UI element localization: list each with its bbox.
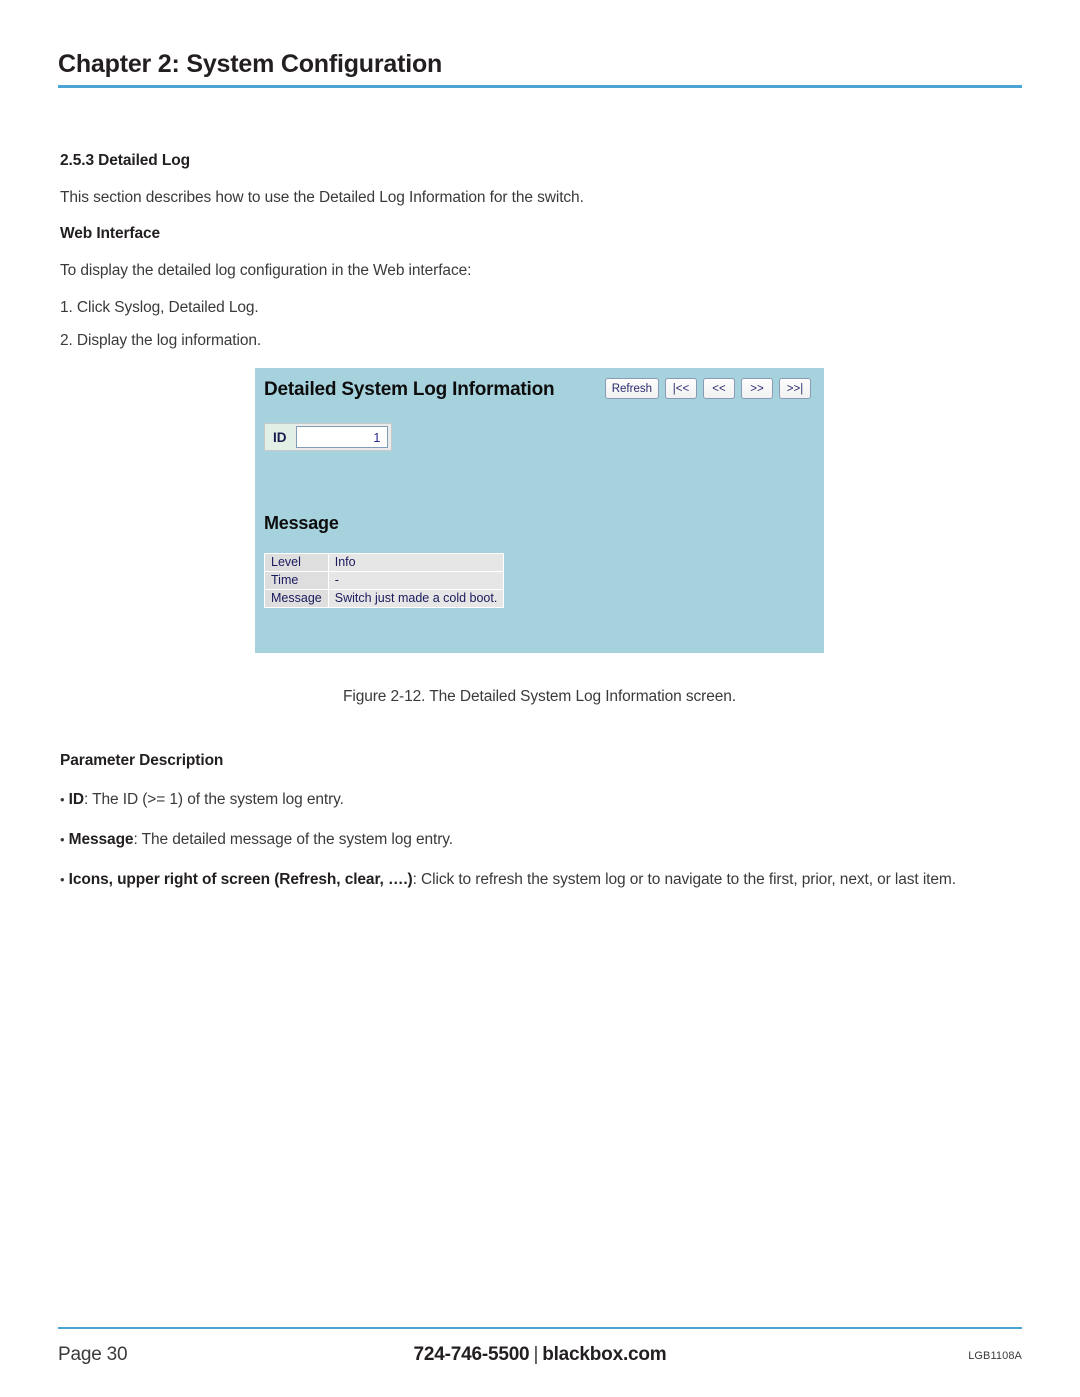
previous-page-button[interactable]: <<: [703, 378, 735, 399]
header-divider: [58, 84, 1022, 88]
footer-separator: |: [533, 1344, 539, 1365]
row-label-time: Time: [264, 571, 329, 590]
part-number: LGB1108A: [968, 1350, 1022, 1362]
refresh-button[interactable]: Refresh: [604, 378, 659, 399]
row-value-level: Info: [327, 553, 505, 572]
message-detail-table: Level Info Time - Message Switch just ma…: [264, 553, 505, 608]
list-item: • ID: The ID (>= 1) of the system log en…: [60, 790, 1030, 811]
last-page-button[interactable]: >>|: [779, 378, 811, 399]
table-row: Time -: [264, 571, 505, 590]
panel-titlebar: Detailed System Log Information Refresh …: [264, 378, 815, 408]
first-page-button[interactable]: |<<: [665, 378, 697, 399]
parameter-description-heading: Parameter Description: [60, 752, 224, 769]
body-content: 2.5.3 Detailed Log This section describe…: [60, 152, 1022, 365]
section-heading: 2.5.3 Detailed Log: [60, 152, 190, 169]
web-interface-intro-text: To display the detailed log configuratio…: [60, 262, 472, 280]
row-value-message: Switch just made a cold boot.: [327, 589, 505, 608]
step-2: 2. Display the log information.: [60, 331, 262, 349]
bullet-label-icons: Icons, upper right of screen (Refresh, c…: [68, 870, 413, 888]
footer-divider: [58, 1327, 1022, 1329]
table-row: Message Switch just made a cold boot.: [264, 589, 505, 608]
parameter-description-section: Parameter Description • ID: The ID (>= 1…: [60, 752, 1030, 910]
bullet-label-id: ID: [68, 791, 84, 808]
footer-contact: 724-746-5500 | blackbox.com: [58, 1344, 1022, 1366]
next-page-button[interactable]: >>: [741, 378, 773, 399]
bullet-icon: •: [60, 831, 65, 847]
row-label-message: Message: [264, 589, 329, 608]
section-intro-text: This section describes how to use the De…: [60, 189, 584, 206]
panel-title: Detailed System Log Information: [264, 379, 555, 400]
bullet-text-message: : The detailed message of the system log…: [133, 830, 454, 848]
message-section-heading: Message: [264, 513, 339, 533]
bullet-label-message: Message: [68, 830, 134, 848]
chapter-title: Chapter 2: System Configuration: [58, 50, 443, 78]
figure-caption: Figure 2-12. The Detailed System Log Inf…: [342, 688, 736, 705]
row-value-time: -: [327, 571, 505, 590]
list-item: • Message: The detailed message of the s…: [60, 830, 1030, 851]
bullet-icon: •: [60, 871, 65, 887]
bullet-icon: •: [60, 792, 65, 807]
page-footer: Page 30 724-746-5500 | blackbox.com LGB110…: [58, 1340, 1022, 1380]
bullet-text-icons: : Click to refresh the system log or to …: [412, 870, 956, 888]
detailed-system-log-panel: Detailed System Log Information Refresh …: [255, 368, 824, 653]
panel-toolbar: Refresh |<< << >> >>|: [604, 378, 811, 399]
id-label: ID: [265, 424, 295, 450]
list-item: • Icons, upper right of screen (Refresh,…: [60, 870, 1030, 891]
table-row: Level Info: [264, 553, 505, 572]
footer-phone: 724-746-5500: [413, 1344, 530, 1365]
row-label-level: Level: [264, 553, 329, 572]
id-input[interactable]: 1: [295, 426, 388, 448]
figure-2-12: Detailed System Log Information Refresh …: [255, 368, 824, 705]
page-header: Chapter 2: System Configuration: [58, 50, 1022, 88]
id-field-row: ID 1: [264, 423, 392, 451]
bullet-text-id: : The ID (>= 1) of the system log entry.: [83, 791, 344, 808]
step-1: 1. Click Syslog, Detailed Log.: [60, 298, 259, 316]
footer-website: blackbox.com: [542, 1344, 667, 1365]
web-interface-heading: Web Interface: [60, 225, 161, 243]
